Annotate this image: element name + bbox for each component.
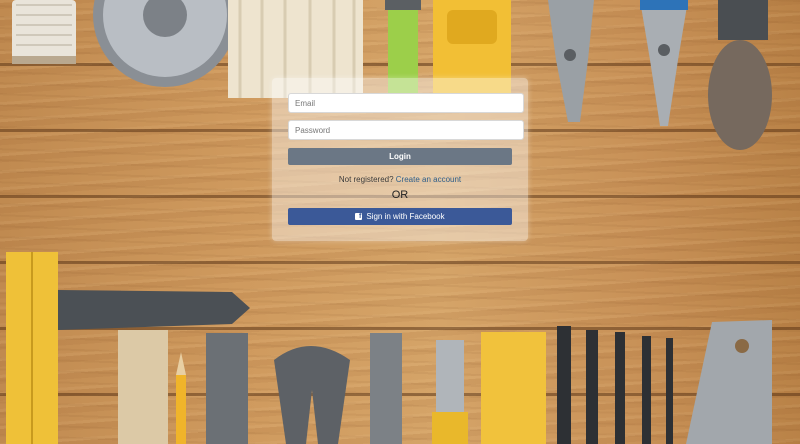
register-prompt: Not registered? Create an account xyxy=(272,175,528,184)
facebook-icon: f xyxy=(355,213,363,220)
register-prompt-text: Not registered? xyxy=(338,175,394,184)
create-account-link[interactable]: Create an account xyxy=(396,175,461,184)
login-button[interactable]: Login xyxy=(288,148,512,165)
facebook-login-button[interactable]: f Sign in with Facebook xyxy=(288,208,512,225)
facebook-login-label: Sign in with Facebook xyxy=(366,212,445,221)
login-card: Login Not registered? Create an account … xyxy=(272,78,528,241)
or-divider: OR xyxy=(391,189,409,201)
password-field[interactable] xyxy=(288,120,524,140)
email-field[interactable] xyxy=(288,93,524,113)
